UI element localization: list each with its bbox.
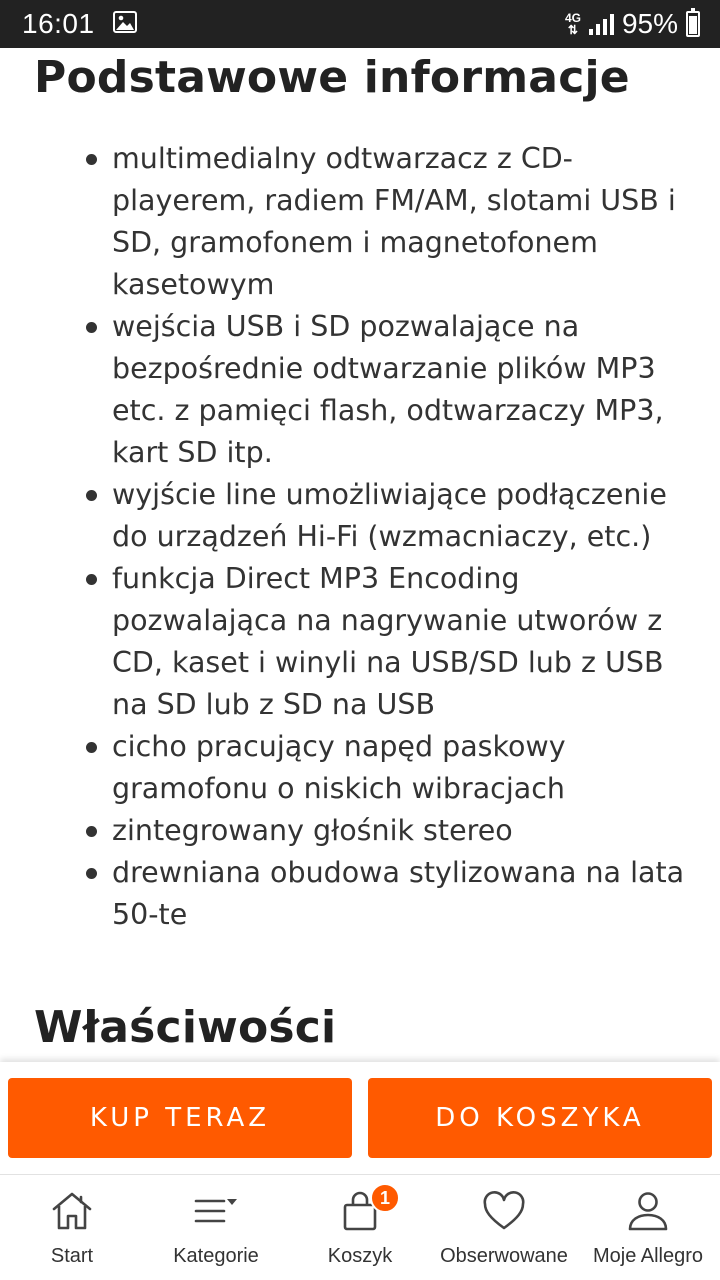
list-item: wyjście line umożliwiające podłączenie d… — [86, 474, 696, 558]
nav-item-cart[interactable]: 1 Koszyk — [288, 1175, 432, 1280]
list-item: funkcja Direct MP3 Encoding pozwalająca … — [86, 558, 696, 726]
battery-percentage: 95% — [621, 8, 678, 39]
status-left: 16:01 — [22, 8, 137, 40]
status-right: 4G ⇅ 95% — [565, 8, 700, 40]
signal-icon — [588, 13, 614, 35]
list-item: drewniana obudowa stylizowana na lata 50… — [86, 852, 696, 936]
buy-now-button[interactable]: KUP TERAZ — [8, 1078, 352, 1158]
user-icon — [628, 1192, 668, 1231]
status-bar: 16:01 4G ⇅ 95% — [0, 0, 720, 48]
nav-item-watched[interactable]: Obserwowane — [432, 1175, 576, 1280]
bottom-nav: Start Kategorie 1 Koszyk Obserwowane Moj… — [0, 1174, 720, 1280]
menu-list-icon — [194, 1199, 237, 1223]
nav-label-categories: Kategorie — [173, 1245, 259, 1267]
status-time: 16:01 — [22, 8, 95, 39]
properties-title: Właściwości — [34, 1002, 337, 1053]
heart-icon — [483, 1191, 525, 1230]
home-icon — [52, 1192, 92, 1230]
list-item: multimedialny odtwarzacz z CD-playerem, … — [86, 138, 696, 306]
nav-item-start[interactable]: Start — [0, 1175, 144, 1280]
action-bar: KUP TERAZ DO KOSZYKA — [0, 1062, 720, 1174]
network-indicator: 4G ⇅ — [565, 12, 581, 36]
product-description[interactable]: Podstawowe informacje multimedialny odtw… — [0, 48, 720, 1062]
cart-badge: 1 — [370, 1183, 400, 1213]
nav-label-cart: Koszyk — [327, 1245, 393, 1267]
data-arrows-icon: ⇅ — [567, 23, 578, 37]
add-to-cart-button[interactable]: DO KOSZYKA — [368, 1078, 712, 1158]
nav-item-categories[interactable]: Kategorie — [144, 1175, 288, 1280]
list-item: cicho pracujący napęd paskowy gramofonu … — [86, 726, 696, 810]
image-notification-icon — [112, 10, 137, 38]
nav-label-watched: Obserwowane — [440, 1245, 568, 1267]
basic-info-title: Podstawowe informacje — [34, 52, 630, 103]
list-item: wejścia USB i SD pozwalające na bezpośre… — [86, 306, 696, 474]
battery-icon — [686, 8, 700, 37]
nav-item-my-allegro[interactable]: Moje Allegro — [576, 1175, 720, 1280]
feature-list: multimedialny odtwarzacz z CD-playerem, … — [86, 138, 696, 936]
nav-label-my-allegro: Moje Allegro — [592, 1245, 704, 1267]
list-item: zintegrowany głośnik stereo — [86, 810, 696, 852]
nav-label-start: Start — [50, 1245, 94, 1267]
